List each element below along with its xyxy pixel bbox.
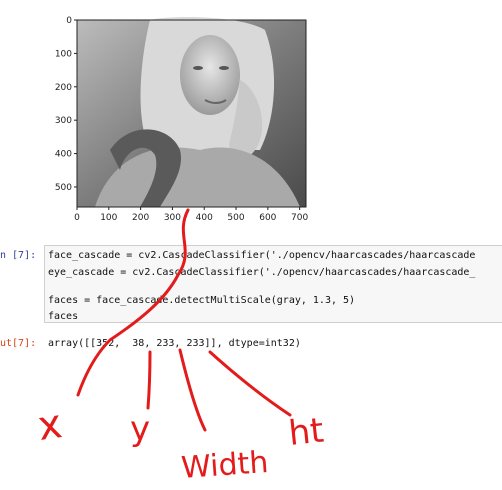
x-tick-label: 500: [227, 213, 244, 223]
x-tick-label: 0: [74, 213, 80, 223]
label-ht: ht: [287, 411, 326, 454]
grayscale-image: [77, 17, 306, 207]
code-line-4: faces = face_cascade.detectMultiScale(gr…: [48, 295, 356, 306]
plot-output: 0 100 200 300 400 500 0 100 200 300 400 500 600 700: [0, 0, 502, 230]
x-tick-label: 100: [100, 213, 117, 223]
code-line-2: eye_cascade = cv2.CascadeClassifier('./o…: [48, 267, 476, 278]
input-prompt: n [7]:: [0, 250, 37, 261]
y-tick-label: 0: [66, 16, 72, 26]
code-line-1: face_cascade = cv2.CascadeClassifier('./…: [48, 250, 476, 261]
x-tick-label: 400: [196, 213, 213, 223]
y-tick-label: 200: [55, 83, 72, 93]
y-tick-label: 500: [55, 183, 72, 193]
x-tick-label: 200: [132, 213, 149, 223]
arrow-y: [146, 350, 152, 410]
x-tick-label: 300: [164, 213, 181, 223]
label-x: x: [35, 401, 65, 450]
y-axis: 0 100 200 300 400 500: [55, 16, 77, 193]
arrow-ht: [208, 350, 292, 417]
x-tick-label: 700: [291, 213, 308, 223]
output-prompt: ut[7]:: [0, 338, 37, 349]
x-axis: 0 100 200 300 400 500 600 700: [74, 207, 308, 223]
y-tick-label: 300: [55, 116, 72, 126]
x-tick-label: 600: [259, 213, 276, 223]
code-line-5: faces: [48, 311, 79, 322]
label-width: Width: [180, 445, 269, 486]
y-tick-label: 100: [55, 49, 72, 59]
y-tick-label: 400: [55, 150, 72, 160]
arrow-width: [178, 348, 207, 432]
output-text: array([[352, 38, 233, 233]], dtype=int32…: [48, 338, 301, 349]
label-y: y: [130, 409, 150, 449]
